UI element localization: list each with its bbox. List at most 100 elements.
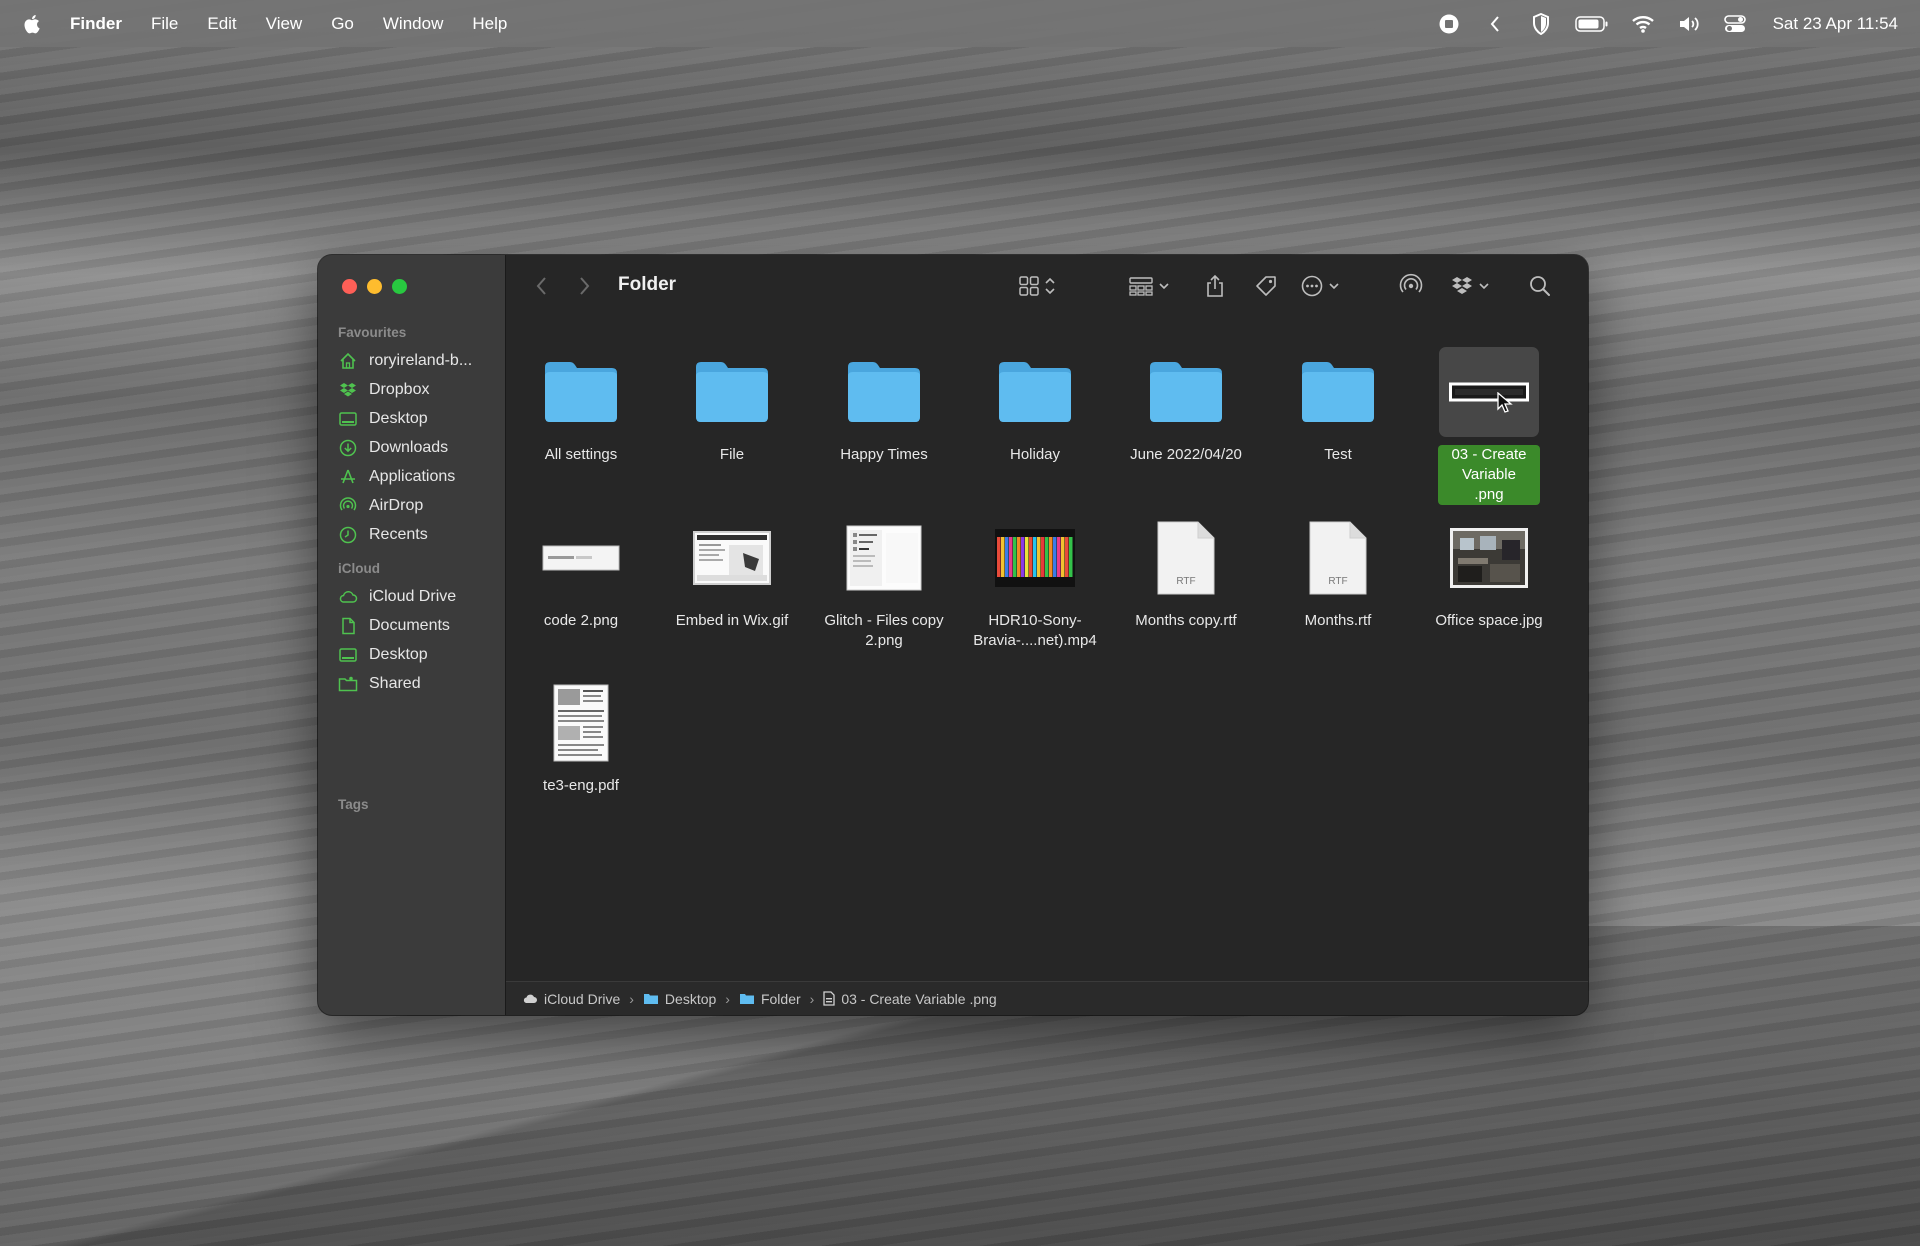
document-icon [338,616,358,636]
file-name: File [719,446,745,463]
file-item-folder[interactable]: June 2022/04/20 [1111,347,1261,465]
sidebar-item-downloads[interactable]: Downloads [338,434,448,462]
path-crumb-file[interactable]: 03 - Create Variable .png [823,991,997,1007]
sidebar-item-desktop[interactable]: Desktop [338,405,428,433]
downloads-icon [338,438,358,458]
minimize-button[interactable] [367,279,382,294]
finder-window: Favourites roryireland-b... Dropbox Desk… [318,255,1588,1015]
file-item-video[interactable]: HDR10-Sony-Bravia-....net).mp4 [960,513,1110,651]
file-name: HDR10-Sony-Bravia-....net).mp4 [973,612,1097,649]
menu-view[interactable]: View [266,14,303,34]
recents-icon [338,525,358,545]
sidebar-item-home[interactable]: roryireland-b... [338,347,472,375]
file-item-photo[interactable]: Office space.jpg [1414,513,1564,631]
video-thumbnail [985,513,1085,603]
sidebar-heading-favourites: Favourites [338,325,407,340]
window-title: Folder [618,274,677,295]
menu-clock[interactable]: Sat 23 Apr 11:54 [1773,14,1898,34]
group-by-button[interactable] [1128,272,1170,300]
sidebar-item-icloud-desktop[interactable]: Desktop [338,641,428,669]
battery-icon[interactable] [1574,13,1609,35]
more-icon [1301,275,1323,297]
sidebar-item-label: Recents [369,526,428,543]
image-thumbnail [531,513,631,603]
sidebar-item-label: Desktop [369,646,428,663]
content-area: Folder All settings File Happy Times Hol… [506,255,1588,1015]
sidebar-item-label: iCloud Drive [369,588,457,605]
dropbox-icon [1452,277,1472,294]
action-menu-button[interactable] [1300,272,1340,300]
zoom-button[interactable] [392,279,407,294]
svg-text:RTF: RTF [1328,576,1347,587]
menu-bar: Finder File Edit View Go Window Help Sat… [0,0,1920,47]
share-icon [1207,274,1223,297]
menu-app-name[interactable]: Finder [70,14,122,34]
apple-icon[interactable] [22,13,44,35]
path-crumb-desktop[interactable]: Desktop [643,991,716,1007]
tag-icon [1256,276,1276,296]
sidebar-item-applications[interactable]: Applications [338,463,455,491]
shield-icon[interactable] [1529,12,1553,35]
airdrop-button[interactable] [1398,272,1424,300]
sidebar-item-recents[interactable]: Recents [338,521,428,549]
sidebar-item-airdrop[interactable]: AirDrop [338,492,423,520]
menu-edit[interactable]: Edit [207,14,236,34]
tag-button[interactable] [1254,272,1278,300]
file-item-folder[interactable]: Holiday [960,347,1110,465]
file-item-folder[interactable]: Happy Times [809,347,959,465]
folder-icon [985,347,1085,437]
file-item-image[interactable]: Glitch - Files copy 2.png [809,513,959,651]
airdrop-icon [338,496,358,516]
forward-button[interactable] [572,274,596,298]
pdf-thumbnail [531,678,631,768]
folder-icon [682,347,782,437]
dropbox-icon [338,380,358,400]
close-button[interactable] [342,279,357,294]
sidebar-item-documents[interactable]: Documents [338,612,450,640]
sidebar: Favourites roryireland-b... Dropbox Desk… [318,255,506,1015]
file-name: code 2.png [543,612,619,629]
screen-record-icon[interactable] [1437,13,1461,35]
path-separator-icon: › [725,990,730,1007]
file-item-pdf[interactable]: te3-eng.pdf [506,678,656,796]
wifi-icon[interactable] [1631,13,1655,35]
sidebar-item-dropbox[interactable]: Dropbox [338,376,429,404]
path-crumb-label: Desktop [664,990,717,1007]
airdrop-icon [1399,273,1423,293]
share-button[interactable] [1204,272,1226,300]
control-center-icon[interactable] [1723,13,1747,35]
menu-help[interactable]: Help [472,14,507,34]
sidebar-item-label: Shared [369,675,421,692]
folder-icon [739,994,754,1004]
path-crumb-label: Folder [760,990,801,1007]
chevron-left-icon[interactable] [1483,13,1507,35]
path-crumb-icloud-drive[interactable]: iCloud Drive [522,991,620,1007]
sidebar-item-label: AirDrop [369,497,424,514]
file-item-rtf[interactable]: RTF Months copy.rtf [1111,513,1261,631]
back-button[interactable] [530,274,554,298]
file-item-folder[interactable]: All settings [506,347,656,465]
file-item-selected[interactable]: 03 - Create Variable .png [1414,347,1564,505]
volume-icon[interactable] [1677,13,1701,35]
menu-file[interactable]: File [151,14,178,34]
file-name: June 2022/04/20 [1130,446,1242,463]
sidebar-heading-tags: Tags [338,797,369,812]
search-button[interactable] [1528,272,1552,300]
file-item-image[interactable]: code 2.png [506,513,656,631]
file-item-folder[interactable]: File [657,347,807,465]
photo-thumbnail [1439,513,1539,603]
search-icon [1530,276,1550,296]
file-item-folder[interactable]: Test [1263,347,1413,465]
path-crumb-folder[interactable]: Folder [739,991,801,1007]
menu-go[interactable]: Go [331,14,354,34]
file-item-gif[interactable]: Embed in Wix.gif [657,513,807,631]
menu-window[interactable]: Window [383,14,443,34]
shared-folder-icon [338,674,358,694]
view-mode-button[interactable] [1018,272,1056,300]
file-item-rtf[interactable]: RTF Months.rtf [1263,513,1413,631]
chevron-down-icon [1479,283,1489,290]
file-name: Glitch - Files copy 2.png [824,612,944,649]
sidebar-item-shared[interactable]: Shared [338,670,421,698]
sidebar-item-icloud-drive[interactable]: iCloud Drive [338,583,456,611]
dropbox-button[interactable] [1450,272,1490,300]
